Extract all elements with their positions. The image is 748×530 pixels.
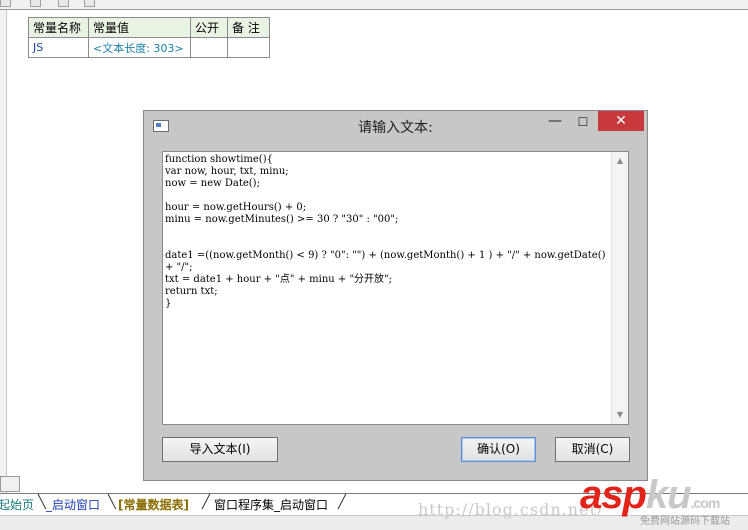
close-icon[interactable]: ✕ <box>598 111 644 131</box>
scroll-left-button[interactable] <box>0 476 20 492</box>
left-margin-strip <box>0 10 7 494</box>
import-text-button[interactable]: 导入文本(I) <box>162 437 278 462</box>
text-input-area[interactable]: function showtime(){ var now, hour, txt,… <box>162 151 629 425</box>
tab-separator: ╱ <box>202 495 210 510</box>
tab-start-page[interactable]: 起始页 <box>0 496 34 513</box>
cell-constant-name[interactable]: JS <box>28 37 89 58</box>
toolbar-button[interactable] <box>84 0 95 7</box>
watermark-url: http://blog.csdn.net/ <box>418 500 604 519</box>
input-text-dialog: 请输入文本: — ☐ ✕ function showtime(){ var no… <box>143 110 648 481</box>
vertical-scrollbar[interactable]: ▲ ▼ <box>611 152 628 424</box>
minimize-icon[interactable]: — <box>544 113 566 133</box>
watermark-subtitle: 免费网站源码下载站 <box>640 516 730 527</box>
tab-separator: ╲ <box>108 495 116 510</box>
scroll-down-icon[interactable]: ▼ <box>612 408 628 422</box>
watermark-logo-suffix: .com <box>690 495 721 511</box>
tab-constants[interactable]: [常量数据表] <box>118 496 189 513</box>
cell-constant-value[interactable]: <文本长度: 303> <box>88 37 191 58</box>
tab-program-set[interactable]: 窗口程序集_启动窗口 <box>214 496 328 513</box>
confirm-button[interactable]: 确认(O) <box>461 437 536 462</box>
toolbar-button[interactable] <box>58 0 69 7</box>
top-toolbar <box>0 0 748 10</box>
constants-table: 常量名称 常量值 公开 备 注 JS <文本长度: 303> <box>28 17 270 58</box>
cancel-button[interactable]: 取消(C) <box>555 437 630 462</box>
maximize-icon[interactable]: ☐ <box>572 113 594 133</box>
tab-separator: ╲ <box>38 495 46 510</box>
tab-separator: ╱ <box>338 495 346 510</box>
header-constant-value: 常量值 <box>88 17 191 38</box>
watermark-logo-ku: ku <box>645 473 692 517</box>
table-row[interactable]: JS <文本长度: 303> <box>28 37 270 58</box>
header-note: 备 注 <box>227 17 270 38</box>
table-header-row: 常量名称 常量值 公开 备 注 <box>28 17 270 38</box>
cell-note[interactable] <box>227 37 270 58</box>
scroll-up-icon[interactable]: ▲ <box>612 154 628 168</box>
tab-start-window[interactable]: _启动窗口 <box>46 496 100 513</box>
header-public: 公开 <box>190 17 228 38</box>
dialog-titlebar[interactable]: 请输入文本: — ☐ ✕ <box>144 111 647 139</box>
toolbar-button[interactable] <box>0 0 11 7</box>
toolbar-button[interactable] <box>30 0 41 7</box>
cell-public[interactable] <box>190 37 228 58</box>
header-constant-name: 常量名称 <box>28 17 89 38</box>
code-text[interactable]: function showtime(){ var now, hour, txt,… <box>165 154 610 310</box>
